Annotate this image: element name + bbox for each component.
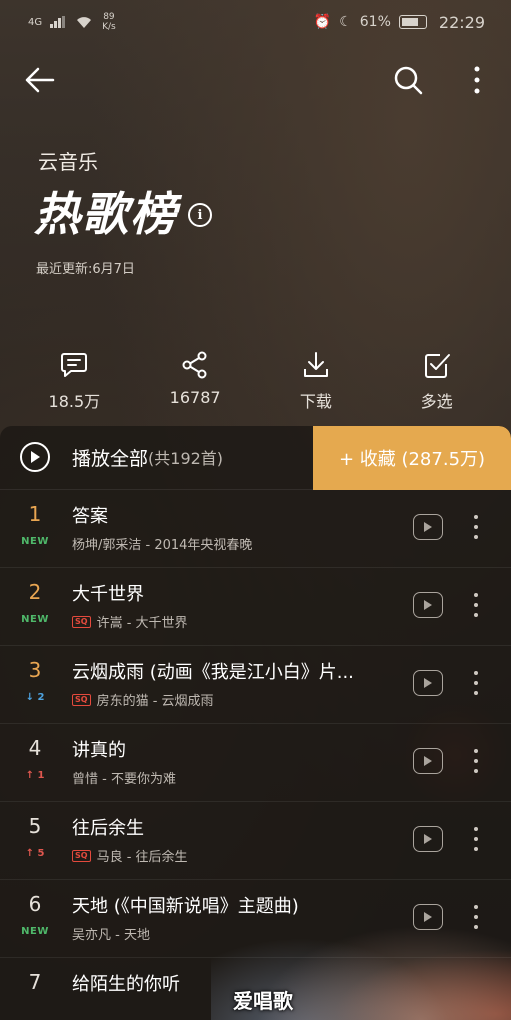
song-row[interactable]: 4 ↑ 1 讲真的曾惜 - 不要你为难 [0, 724, 511, 802]
search-button[interactable] [386, 58, 430, 102]
mv-play-icon[interactable] [413, 826, 443, 852]
info-icon[interactable]: i [188, 203, 212, 227]
download-button[interactable]: 下载 [266, 350, 366, 420]
song-artist-album: SQ 许嵩 - 大千世界 [72, 612, 188, 631]
song-title: 答案 [72, 506, 108, 527]
song-meta-text: 许嵩 - 大千世界 [96, 616, 188, 631]
more-vertical-icon [474, 66, 480, 94]
update-date: 最近更新:6月7日 [36, 262, 135, 277]
song-title: 云烟成雨 (动画《我是江小白》片... [72, 662, 354, 683]
chart-title: 热歌榜 [34, 187, 178, 241]
play-all-label: 播放全部 [72, 447, 149, 470]
song-count: (共192首) [148, 449, 224, 468]
share-icon [182, 351, 207, 379]
song-rank: 4 [28, 736, 42, 760]
alarm-icon: ⏰ [313, 14, 332, 30]
song-rank: 3 [28, 658, 42, 682]
sq-badge: SQ [72, 615, 91, 628]
brand-label: 云音乐 [38, 150, 98, 174]
song-title: 往后余生 [72, 818, 144, 839]
song-row[interactable]: 1 NEW 答案杨坤/郭采洁 - 2014年央视春晚 [0, 490, 511, 568]
song-more-icon[interactable] [466, 823, 486, 855]
song-more-icon[interactable] [466, 589, 486, 621]
rank-trend: ↑ 5 [25, 848, 45, 859]
more-options-button[interactable] [455, 58, 499, 102]
status-bar: 4G 89 K/s ⏰ ☾ 61% 22:29 [0, 0, 511, 44]
song-rank: 1 [28, 502, 42, 526]
song-title: 大千世界 [72, 584, 144, 605]
moon-icon: ☾ [339, 14, 352, 30]
clock: 22:29 [438, 12, 485, 32]
chart-title-row: 热歌榜 i [34, 178, 212, 244]
top-bar [0, 56, 511, 106]
song-meta-text: 吴亦凡 - 天地 [72, 928, 150, 943]
mv-play-icon[interactable] [413, 748, 443, 774]
song-title: 讲真的 [72, 740, 126, 761]
song-rank: 2 [28, 580, 42, 604]
network-speed: 89 K/s [102, 12, 116, 32]
watermark: 爱唱歌 [233, 989, 293, 1013]
network-indicator: 4G [28, 16, 43, 28]
song-artist-album: 杨坤/郭采洁 - 2014年央视春晚 [72, 534, 252, 553]
collect-button[interactable]: + 收藏 (287.5万) [313, 426, 511, 490]
song-rank: 5 [28, 814, 42, 838]
song-more-icon[interactable] [466, 745, 486, 777]
share-button[interactable]: 16787 [145, 350, 245, 420]
multiselect-label: 多选 [420, 392, 453, 411]
download-label: 下载 [299, 392, 332, 411]
song-more-icon[interactable] [466, 667, 486, 699]
battery-percent: 61% [359, 14, 391, 30]
song-rank: 6 [28, 892, 42, 916]
song-meta-text: 房东的猫 - 云烟成雨 [96, 694, 214, 709]
song-artist-album: 吴亦凡 - 天地 [72, 924, 150, 943]
back-button[interactable] [18, 58, 62, 102]
wifi-icon [77, 17, 92, 28]
sq-badge: SQ [72, 849, 91, 862]
mv-play-icon[interactable] [413, 514, 443, 540]
play-all-button[interactable]: 播放全部 (共192首) [20, 442, 223, 472]
share-count: 16787 [169, 388, 221, 407]
rank-trend: NEW [21, 926, 49, 937]
song-rank: 7 [28, 970, 42, 994]
song-artist-album: 曾惜 - 不要你为难 [72, 768, 176, 787]
song-artist-album: SQ 房东的猫 - 云烟成雨 [72, 690, 214, 709]
rank-trend: ↑ 1 [25, 770, 45, 781]
song-row[interactable]: 5 ↑ 5 往后余生 SQ 马良 - 往后余生 [0, 802, 511, 880]
song-meta-text: 曾惜 - 不要你为难 [72, 772, 176, 787]
multiselect-icon [424, 354, 450, 378]
back-arrow-icon [25, 67, 55, 93]
song-row[interactable]: 2 NEW 大千世界 SQ 许嵩 - 大千世界 [0, 568, 511, 646]
comment-icon [61, 353, 88, 377]
play-all-row[interactable]: 播放全部 (共192首) + 收藏 (287.5万) [0, 426, 511, 490]
song-more-icon[interactable] [466, 511, 486, 543]
battery-icon [398, 15, 427, 29]
song-row[interactable]: 3 ↓ 2 云烟成雨 (动画《我是江小白》片... SQ 房东的猫 - 云烟成雨 [0, 646, 511, 724]
rank-trend: ↓ 2 [25, 692, 45, 703]
download-icon [303, 352, 328, 377]
song-list-panel: 播放全部 (共192首) + 收藏 (287.5万) 1 NEW 答案杨坤/郭采洁 … [0, 426, 511, 1020]
sq-badge: SQ [72, 693, 91, 706]
rank-trend: NEW [21, 614, 49, 625]
search-icon [394, 66, 423, 95]
song-meta-text: 马良 - 往后余生 [96, 850, 188, 865]
signal-icon [50, 16, 66, 28]
play-circle-icon [20, 442, 50, 472]
comments-count: 18.5万 [48, 392, 101, 411]
song-meta-text: 杨坤/郭采洁 - 2014年央视春晚 [72, 538, 253, 553]
mv-play-icon[interactable] [413, 592, 443, 618]
rank-trend: NEW [21, 536, 49, 547]
comments-button[interactable]: 18.5万 [24, 350, 124, 420]
action-bar: 18.5万 16787 下载 多选 [0, 350, 511, 420]
mv-play-icon[interactable] [413, 670, 443, 696]
multiselect-button[interactable]: 多选 [387, 350, 487, 420]
song-artist-album: SQ 马良 - 往后余生 [72, 846, 188, 865]
